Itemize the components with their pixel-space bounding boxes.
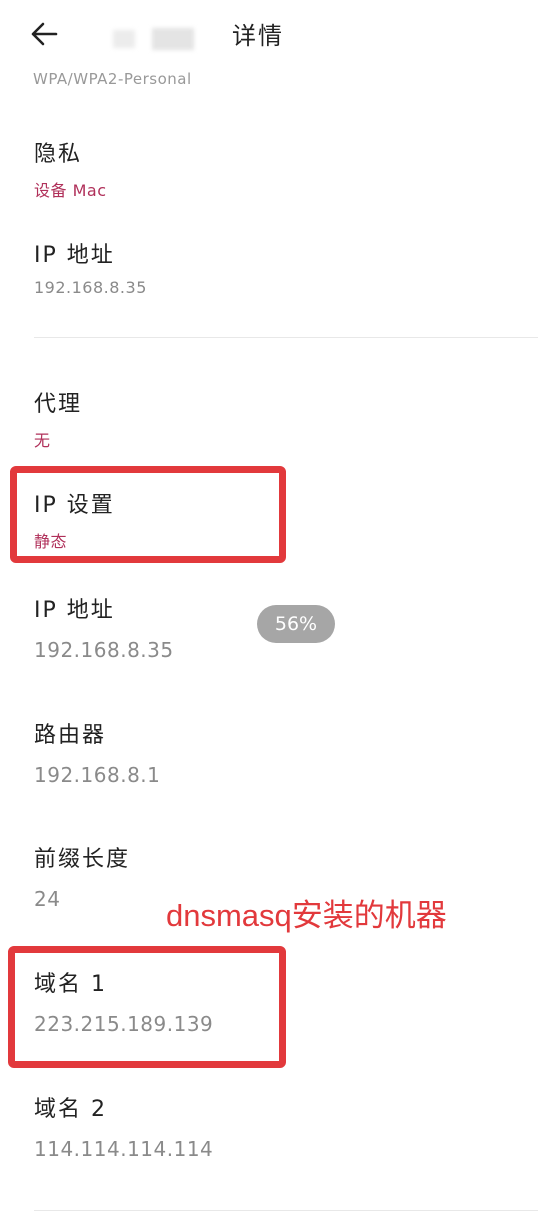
static-ip-address-value: 192.168.8.35 <box>34 638 174 662</box>
prefix-length-item[interactable]: 前缀长度 24 <box>34 841 130 911</box>
dns2-label: 域名 2 <box>34 1097 107 1122</box>
zoom-level-badge: 56% <box>257 605 335 643</box>
redacted-area <box>152 28 194 50</box>
header-bar: 详情 <box>0 0 538 72</box>
proxy-item[interactable]: 代理 无 <box>34 386 82 451</box>
security-value-truncated: WPA/WPA2-Personal <box>33 70 192 88</box>
ip-address-value: 192.168.8.35 <box>34 278 147 297</box>
prefix-length-label: 前缀长度 <box>34 847 131 872</box>
page-title: 详情 <box>232 22 284 50</box>
section-divider <box>34 337 538 338</box>
redacted-area <box>113 30 135 48</box>
proxy-label: 代理 <box>34 392 83 417</box>
static-ip-address-label: IP 地址 <box>34 598 115 623</box>
dns2-item[interactable]: 域名 2 114.114.114.114 <box>34 1091 213 1161</box>
proxy-value: 无 <box>34 431 51 450</box>
annotation-text: dnsmasq安装的机器 <box>166 898 447 933</box>
dns2-value: 114.114.114.114 <box>34 1137 214 1161</box>
ip-address-label: IP 地址 <box>34 243 115 268</box>
arrow-left-icon <box>31 22 58 46</box>
highlight-box-dns1 <box>8 946 286 1068</box>
router-item[interactable]: 路由器 192.168.8.1 <box>34 717 160 787</box>
highlight-box-ip-settings <box>10 466 286 563</box>
section-divider <box>34 1210 538 1211</box>
router-label: 路由器 <box>34 723 107 748</box>
privacy-value: 设备 Mac <box>34 181 107 200</box>
prefix-length-value: 24 <box>34 887 61 911</box>
privacy-item[interactable]: 隐私 设备 Mac <box>34 136 107 201</box>
router-value: 192.168.8.1 <box>34 763 161 787</box>
privacy-label: 隐私 <box>34 142 83 167</box>
ip-address-item: IP 地址 192.168.8.35 <box>34 237 147 297</box>
back-button[interactable] <box>26 16 66 52</box>
static-ip-address-item[interactable]: IP 地址 192.168.8.35 <box>34 592 174 662</box>
